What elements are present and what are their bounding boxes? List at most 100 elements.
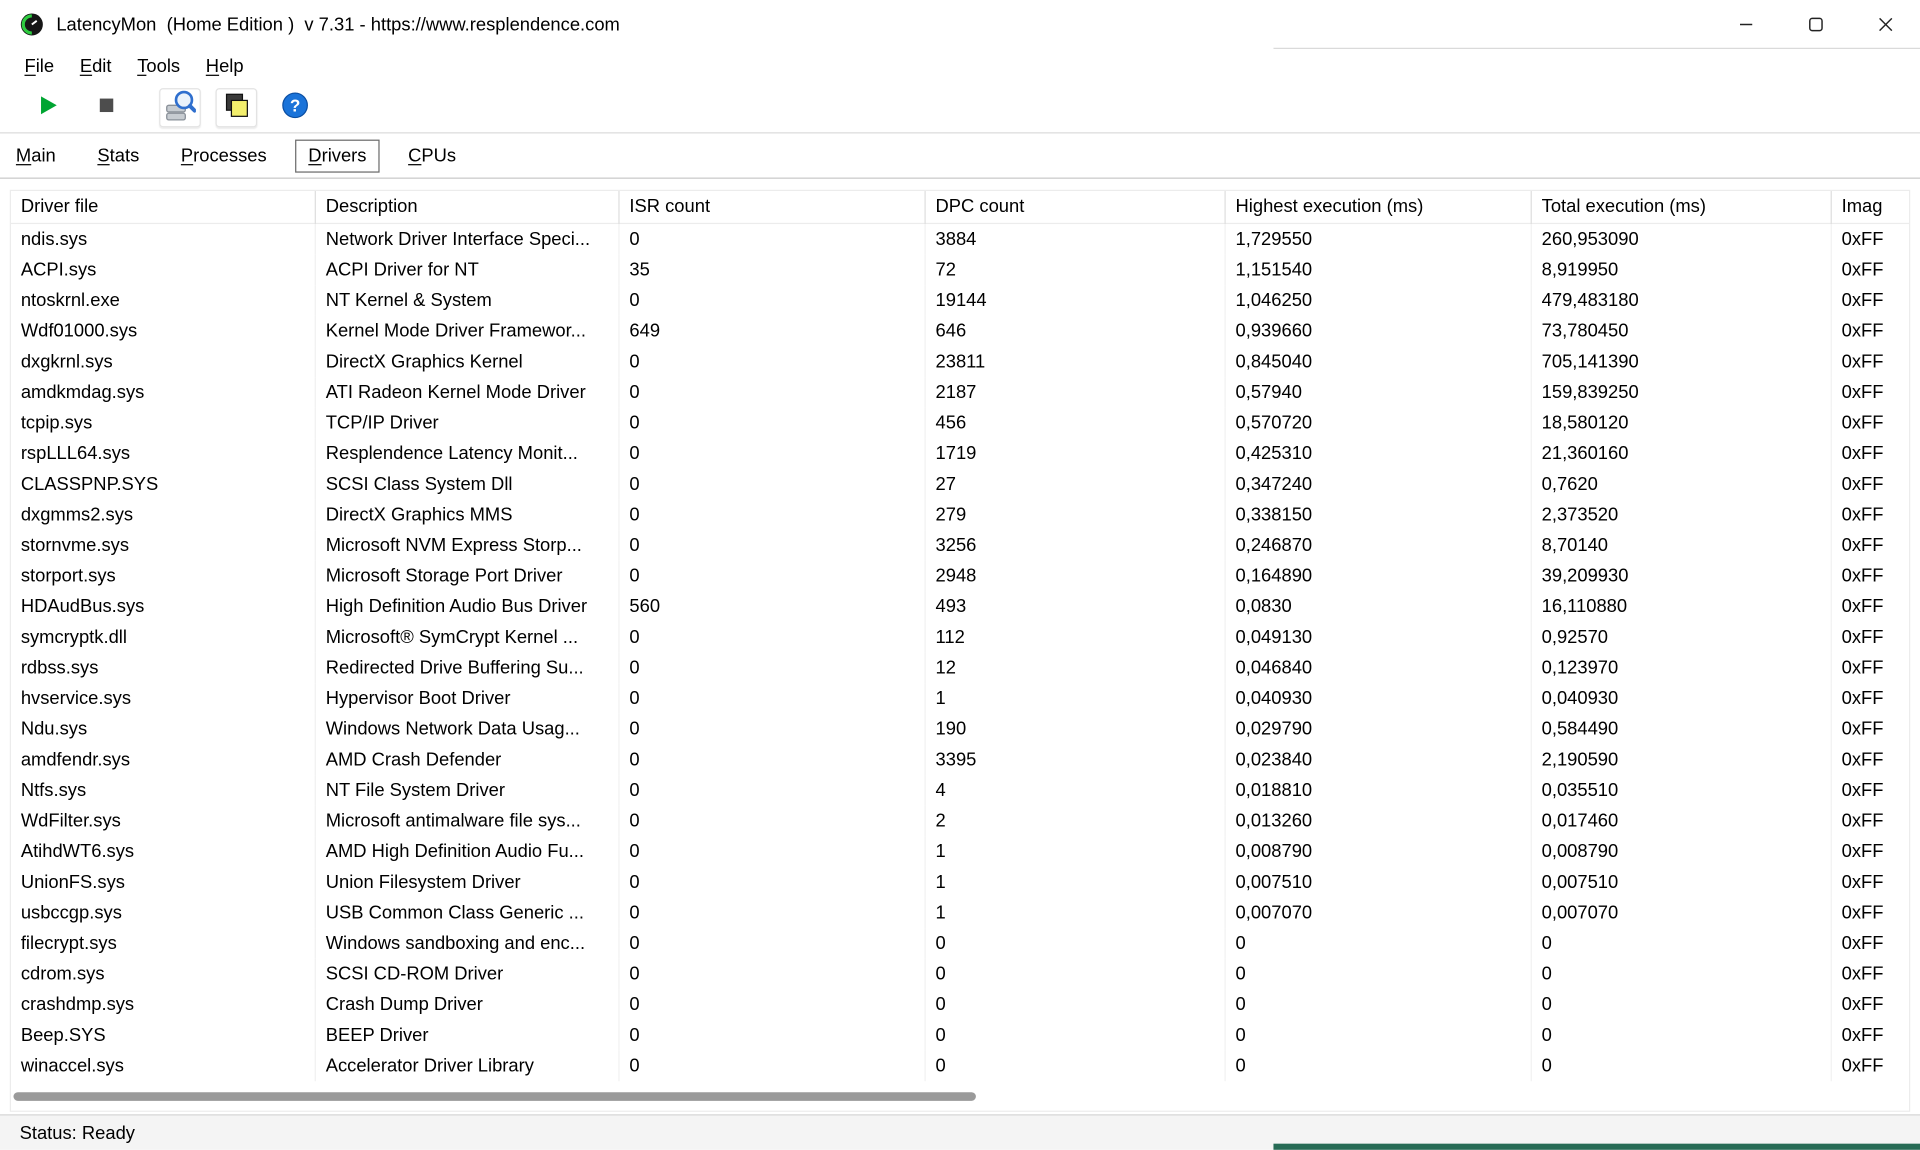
table-row[interactable]: tcpip.sysTCP/IP Driver04560,57072018,580…: [11, 408, 1910, 439]
table-cell: DirectX Graphics Kernel: [316, 347, 620, 378]
table-cell: amdkmdag.sys: [11, 377, 316, 408]
column-header[interactable]: Driver file: [11, 191, 316, 224]
close-button[interactable]: [1850, 0, 1920, 49]
tab-drivers[interactable]: Drivers: [295, 139, 380, 172]
help-button[interactable]: ?: [274, 88, 316, 127]
table-cell: 646: [926, 316, 1226, 347]
menu-edit[interactable]: Edit: [72, 53, 118, 79]
table-row[interactable]: dxgkrnl.sysDirectX Graphics Kernel023811…: [11, 347, 1910, 378]
table-cell: 72: [926, 255, 1226, 286]
table-cell: CLASSPNP.SYS: [11, 469, 316, 500]
table-row[interactable]: stornvme.sysMicrosoft NVM Express Storp.…: [11, 530, 1910, 561]
table-row[interactable]: ACPI.sysACPI Driver for NT35721,1515408,…: [11, 255, 1910, 286]
table-cell: Network Driver Interface Speci...: [316, 224, 620, 255]
table-cell: Microsoft NVM Express Storp...: [316, 530, 620, 561]
table-row[interactable]: winaccel.sysAccelerator Driver Library00…: [11, 1051, 1910, 1082]
table-row[interactable]: Ntfs.sysNT File System Driver040,0188100…: [11, 775, 1910, 806]
table-cell: Windows Network Data Usag...: [316, 714, 620, 745]
table-cell: hvservice.sys: [11, 683, 316, 714]
tab-cpus[interactable]: CPUs: [395, 139, 470, 172]
table-cell: rdbss.sys: [11, 653, 316, 684]
table-cell: 0: [1226, 989, 1532, 1020]
table-cell: 0: [620, 806, 926, 837]
menu-tools[interactable]: Tools: [130, 53, 188, 79]
start-monitor-button[interactable]: [27, 88, 69, 127]
table-cell: 0: [1226, 1051, 1532, 1082]
table-row[interactable]: rdbss.sysRedirected Drive Buffering Su..…: [11, 653, 1910, 684]
column-header[interactable]: ISR count: [620, 191, 926, 224]
column-header[interactable]: DPC count: [926, 191, 1226, 224]
tab-main[interactable]: Main: [2, 139, 69, 172]
table-row[interactable]: WdFilter.sysMicrosoft antimalware file s…: [11, 806, 1910, 837]
column-header[interactable]: Description: [316, 191, 620, 224]
table-row[interactable]: dxgmms2.sysDirectX Graphics MMS02790,338…: [11, 500, 1910, 531]
table-cell: ndis.sys: [11, 224, 316, 255]
table-cell: 39,209930: [1532, 561, 1832, 592]
table-row[interactable]: CLASSPNP.SYSSCSI Class System Dll0270,34…: [11, 469, 1910, 500]
table-cell: 0: [620, 775, 926, 806]
table-row[interactable]: symcryptk.dllMicrosoft® SymCrypt Kernel …: [11, 622, 1910, 653]
column-header[interactable]: Highest execution (ms): [1226, 191, 1532, 224]
column-header[interactable]: Imag: [1832, 191, 1910, 224]
table-row[interactable]: rspLLL64.sysResplendence Latency Monit..…: [11, 438, 1910, 469]
table-cell: Ntfs.sys: [11, 775, 316, 806]
tab-stats[interactable]: Stats: [84, 139, 153, 172]
svg-text:?: ?: [290, 95, 300, 115]
table-row[interactable]: ntoskrnl.exeNT Kernel & System0191441,04…: [11, 285, 1910, 316]
table-row[interactable]: UnionFS.sysUnion Filesystem Driver010,00…: [11, 867, 1910, 898]
analyze-drive-button[interactable]: [159, 88, 201, 127]
horizontal-scrollbar[interactable]: [11, 1091, 1909, 1103]
drive-analyze-icon: [164, 89, 196, 126]
stop-monitor-button[interactable]: [86, 88, 128, 127]
table-row[interactable]: amdkmdag.sysATI Radeon Kernel Mode Drive…: [11, 377, 1910, 408]
table-cell: 0,008790: [1226, 836, 1532, 867]
play-icon: [34, 92, 61, 124]
table-row[interactable]: filecrypt.sysWindows sandboxing and enc.…: [11, 928, 1910, 959]
table-cell: 0: [1532, 1051, 1832, 1082]
table-cell: 0: [620, 714, 926, 745]
table-row[interactable]: Ndu.sysWindows Network Data Usag...01900…: [11, 714, 1910, 745]
table-cell: Hypervisor Boot Driver: [316, 683, 620, 714]
table-row[interactable]: cdrom.sysSCSI CD-ROM Driver00000xFF: [11, 959, 1910, 990]
table-row[interactable]: storport.sysMicrosoft Storage Port Drive…: [11, 561, 1910, 592]
table-cell: 0,007510: [1532, 867, 1832, 898]
table-cell: 0,018810: [1226, 775, 1532, 806]
table-cell: 279: [926, 500, 1226, 531]
table-cell: 18,580120: [1532, 408, 1832, 439]
menu-file[interactable]: File: [17, 53, 61, 79]
minimize-button[interactable]: [1711, 0, 1781, 49]
table-row[interactable]: Wdf01000.sysKernel Mode Driver Framewor.…: [11, 316, 1910, 347]
table-cell: amdfendr.sys: [11, 744, 316, 775]
table-row[interactable]: ndis.sysNetwork Driver Interface Speci..…: [11, 224, 1910, 255]
window-controls: [1711, 0, 1920, 49]
column-header[interactable]: Total execution (ms): [1532, 191, 1832, 224]
table-cell: 0xFF: [1832, 408, 1910, 439]
table-row[interactable]: HDAudBus.sysHigh Definition Audio Bus Dr…: [11, 591, 1910, 622]
table-cell: 0xFF: [1832, 347, 1910, 378]
tab-bar: Main Stats Processes Drivers CPUs: [0, 133, 1920, 178]
table-cell: 12: [926, 653, 1226, 684]
tab-processes[interactable]: Processes: [167, 139, 280, 172]
drivers-table: Driver fileDescriptionISR countDPC count…: [10, 190, 1910, 1112]
table-cell: 493: [926, 591, 1226, 622]
copy-report-icon: [222, 91, 251, 125]
table-cell: 0: [620, 1051, 926, 1082]
table-row[interactable]: AtihdWT6.sysAMD High Definition Audio Fu…: [11, 836, 1910, 867]
table-row[interactable]: hvservice.sysHypervisor Boot Driver010,0…: [11, 683, 1910, 714]
table-cell: 0,57940: [1226, 377, 1532, 408]
table-row[interactable]: usbccgp.sysUSB Common Class Generic ...0…: [11, 898, 1910, 929]
table-cell: 0,845040: [1226, 347, 1532, 378]
table-row[interactable]: amdfendr.sysAMD Crash Defender033950,023…: [11, 744, 1910, 775]
table-cell: 8,919950: [1532, 255, 1832, 286]
table-cell: 0: [620, 836, 926, 867]
scrollbar-thumb[interactable]: [13, 1092, 975, 1101]
copy-report-button[interactable]: [216, 88, 258, 127]
menu-help[interactable]: Help: [198, 53, 251, 79]
table-cell: Union Filesystem Driver: [316, 867, 620, 898]
table-row[interactable]: crashdmp.sysCrash Dump Driver00000xFF: [11, 989, 1910, 1020]
table-cell: 2187: [926, 377, 1226, 408]
table-cell: 0xFF: [1832, 224, 1910, 255]
maximize-button[interactable]: [1780, 0, 1850, 49]
table-cell: 1719: [926, 438, 1226, 469]
table-row[interactable]: Beep.SYSBEEP Driver00000xFF: [11, 1020, 1910, 1051]
